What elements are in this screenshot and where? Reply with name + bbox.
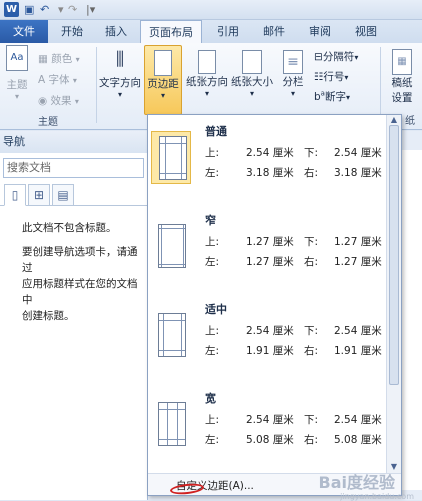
margin-thumbnail bbox=[151, 309, 191, 362]
title-bar: W ▣ ↶ ▾ ↷ |▾ bbox=[0, 0, 422, 20]
line-numbers-icon: ☷ bbox=[314, 71, 324, 83]
page-icon bbox=[159, 136, 187, 180]
scroll-thumb[interactable] bbox=[389, 125, 399, 385]
tab-review[interactable]: 审阅 bbox=[300, 20, 340, 43]
results-view-icon[interactable]: ▤ bbox=[52, 184, 74, 206]
tab-page-layout[interactable]: 页面布局 bbox=[140, 20, 202, 44]
hyphenation-icon: ba bbox=[314, 89, 325, 104]
theme-button[interactable]: Aa 主题 ▾ bbox=[4, 45, 30, 101]
margins-icon bbox=[154, 50, 172, 76]
line-numbers-button[interactable]: ☷行号▾ bbox=[314, 69, 348, 84]
dropdown-scrollbar[interactable]: ▲ ▼ bbox=[386, 115, 401, 473]
text-direction-icon: ⫼ bbox=[115, 49, 125, 70]
columns-button[interactable]: ≡ 分栏 ▾ bbox=[278, 45, 308, 98]
margin-thumbnail bbox=[151, 398, 191, 451]
margin-option-moderate[interactable]: 适中 上: 2.54 厘米 下: 2.54 厘米 左: 1.91 厘米 右: 1… bbox=[148, 293, 388, 382]
pages-view-icon[interactable]: ⊞ bbox=[28, 184, 50, 206]
color-palette-icon: ▦ bbox=[38, 53, 48, 65]
manuscript-settings-button[interactable]: ▦ 稿纸 设置 bbox=[384, 45, 420, 105]
columns-icon: ≡ bbox=[283, 50, 303, 74]
navigation-pane: 导航 搜索文档 ▯ ⊞ ▤ 此文档不包含标题。 要创建导航选项卡，请通过 应用标… bbox=[0, 131, 148, 500]
margin-thumbnail bbox=[151, 220, 191, 273]
scroll-up-icon[interactable]: ▲ bbox=[387, 115, 401, 124]
navigation-view-tabs: ▯ ⊞ ▤ bbox=[0, 184, 147, 210]
margin-thumbnail bbox=[151, 131, 191, 184]
ribbon-tab-row: 文件 开始 插入 页面布局 引用 邮件 审阅 视图 bbox=[0, 20, 422, 44]
effects-icon: ◉ bbox=[38, 95, 48, 107]
save-icon[interactable]: ▣ bbox=[24, 2, 34, 18]
page-size-icon bbox=[242, 50, 262, 74]
page-icon bbox=[158, 313, 186, 357]
orientation-icon bbox=[198, 50, 216, 74]
orientation-button[interactable]: 纸张方向 ▾ bbox=[186, 45, 228, 98]
page-icon bbox=[158, 402, 186, 446]
chevron-down-icon: ▾ bbox=[14, 92, 19, 101]
red-annotation-circle bbox=[169, 482, 205, 496]
word-logo-icon: W bbox=[4, 2, 19, 17]
headings-view-icon[interactable]: ▯ bbox=[4, 184, 26, 206]
navigation-empty-message: 此文档不包含标题。 要创建导航选项卡，请通过 应用标题样式在您的文档中 创建标题… bbox=[22, 222, 138, 322]
margin-option-title: 普通 bbox=[205, 125, 227, 138]
tab-mailings[interactable]: 邮件 bbox=[254, 20, 294, 43]
theme-label: 主题 bbox=[6, 79, 28, 91]
hyphenation-button[interactable]: ba断字▾ bbox=[314, 89, 350, 104]
tab-references[interactable]: 引用 bbox=[208, 20, 248, 43]
undo-icon[interactable]: ↶ bbox=[40, 2, 49, 18]
tab-view[interactable]: 视图 bbox=[346, 20, 386, 43]
fonts-button[interactable]: A 字体 ▾ bbox=[38, 72, 77, 87]
margin-option-normal[interactable]: 普通 上: 2.54 厘米 下: 2.54 厘米 左: 3.18 厘米 右: 3… bbox=[148, 115, 388, 204]
tab-insert[interactable]: 插入 bbox=[96, 20, 136, 43]
page-icon bbox=[158, 224, 186, 268]
search-document-input[interactable]: 搜索文档 bbox=[3, 158, 144, 178]
tab-file[interactable]: 文件 bbox=[0, 20, 48, 43]
margin-option-narrow[interactable]: 窄 上: 1.27 厘米 下: 1.27 厘米 左: 1.27 厘米 右: 1.… bbox=[148, 204, 388, 293]
margin-option-title: 适中 bbox=[205, 303, 227, 316]
margins-dropdown: 普通 上: 2.54 厘米 下: 2.54 厘米 左: 3.18 厘米 右: 3… bbox=[147, 114, 402, 496]
margin-option-title: 宽 bbox=[205, 392, 216, 405]
margin-option-wide[interactable]: 宽 上: 2.54 厘米 下: 2.54 厘米 左: 5.08 厘米 右: 5.… bbox=[148, 382, 388, 471]
font-icon: A bbox=[38, 74, 46, 86]
theme-icon: Aa bbox=[6, 45, 28, 71]
baidu-watermark: Bai度经验 bbox=[318, 473, 395, 492]
effects-button[interactable]: ◉ 效果 ▾ bbox=[38, 93, 79, 108]
redo-icon[interactable]: ↷ bbox=[68, 2, 77, 18]
breaks-icon: ⊟ bbox=[314, 51, 323, 63]
colors-button[interactable]: ▦ 颜色 ▾ bbox=[38, 51, 80, 66]
breaks-button[interactable]: ⊟分隔符▾ bbox=[314, 49, 358, 64]
manuscript-grid-icon: ▦ bbox=[392, 49, 412, 75]
quick-access-customize-icon[interactable]: |▾ bbox=[86, 2, 95, 18]
theme-group: Aa 主题 ▾ ▦ 颜色 ▾ A 字体 ▾ ◉ 效果 ▾ 主题 bbox=[0, 43, 96, 130]
text-direction-button[interactable]: ⫼ 文字方向 ▾ bbox=[98, 45, 142, 99]
size-button[interactable]: 纸张大小 ▾ bbox=[230, 45, 274, 98]
group-label-theme: 主题 bbox=[38, 117, 58, 128]
margin-option-title: 窄 bbox=[205, 214, 216, 227]
navigation-pane-title: 导航 bbox=[0, 131, 147, 153]
tab-home[interactable]: 开始 bbox=[52, 20, 92, 43]
undo-dropdown-icon[interactable]: ▾ bbox=[58, 2, 64, 18]
margins-button[interactable]: 页边距 ▾ bbox=[144, 45, 182, 115]
